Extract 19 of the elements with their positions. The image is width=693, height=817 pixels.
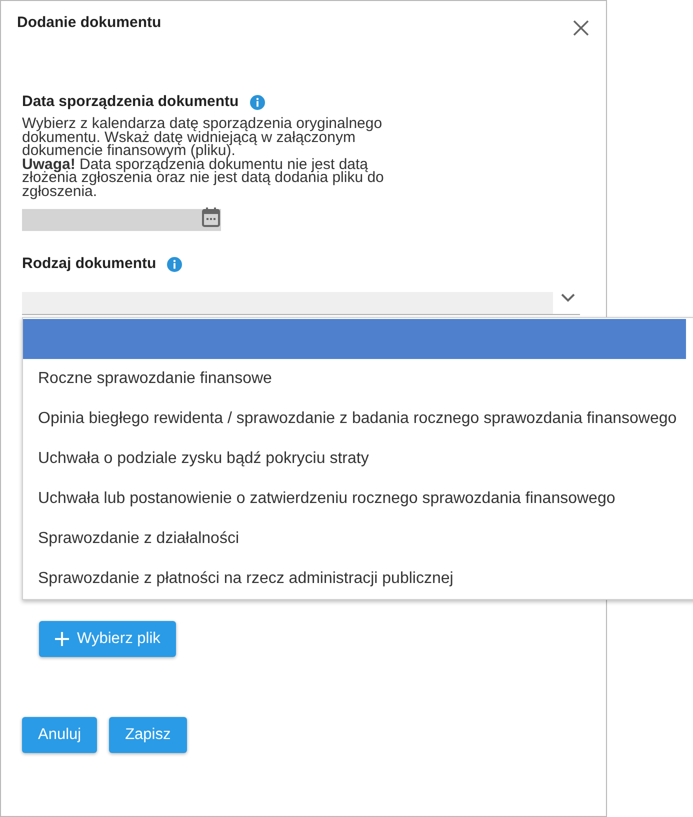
dropdown-option[interactable]: Uchwała lub postanowienie o zatwierdzeniu rocznego sprawozdania finansowego [23, 479, 686, 519]
close-icon[interactable] [573, 20, 589, 36]
plus-icon [55, 632, 69, 646]
dialog-title: Dodanie dokumentu [17, 14, 162, 32]
dropdown-option[interactable]: Opinia biegłego rewidenta / sprawozdanie z badania rocznego sprawozdania finansowego [23, 399, 686, 439]
date-field[interactable] [22, 209, 221, 231]
field-label: Rodzaj dokumentu [22, 255, 156, 273]
calendar-icon[interactable] [202, 207, 220, 227]
info-icon[interactable] [250, 94, 265, 110]
dropdown-option[interactable]: Sprawozdanie z działalności [23, 519, 686, 559]
select-field[interactable] [22, 292, 580, 315]
chevron-down-icon[interactable] [560, 293, 574, 302]
dropdown-option[interactable]: Roczne sprawozdanie finansowe [23, 359, 686, 399]
field-label: Data sporządzenia dokumentu [22, 93, 239, 111]
dropdown-option[interactable]: Uchwała o podziale zysku bądź pokryciu straty [23, 439, 686, 479]
warning-text: Uwaga! Data sporządzenia dokumentu nie jest datą złożenia zgłoszenia oraz nie jest datą dodania pliku do zgłoszenia. [22, 158, 385, 198]
help-text: Wybierz z kalendarza datę sporządzenia oryginalnego dokumentu. Wskaż datę widniejącą w załączonym dokumencie finansowym (pliku). [22, 117, 384, 158]
info-icon[interactable] [167, 256, 182, 272]
dropdown-option[interactable]: Sprawozdanie z płatności na rzecz administracji publicznej [23, 559, 686, 599]
